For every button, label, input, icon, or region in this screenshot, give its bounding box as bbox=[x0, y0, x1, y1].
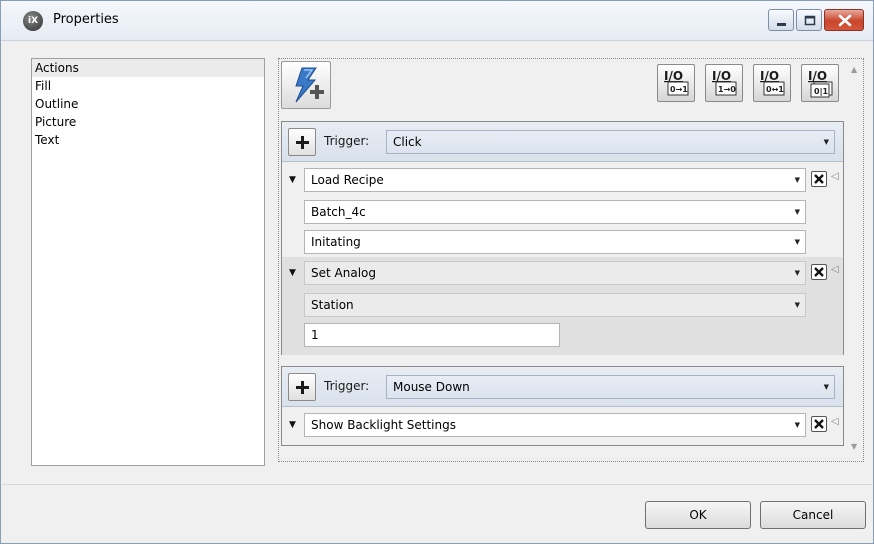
window-title: Properties bbox=[53, 12, 119, 27]
io-one-to-zero-button[interactable]: I/O 1→0 bbox=[705, 64, 743, 102]
cancel-button[interactable]: Cancel bbox=[760, 501, 866, 529]
maximize-icon bbox=[804, 15, 816, 26]
action-select-value: Load Recipe bbox=[311, 173, 384, 187]
lightning-plus-icon bbox=[295, 67, 324, 103]
collapse-arrow-icon[interactable]: ▼ bbox=[289, 420, 296, 430]
svg-text:1→0: 1→0 bbox=[718, 85, 736, 94]
add-action-button[interactable] bbox=[281, 61, 331, 109]
category-item-outline[interactable]: Outline bbox=[32, 95, 264, 113]
drag-handle-icon[interactable]: ◁ bbox=[831, 264, 839, 275]
trigger-select-value: Mouse Down bbox=[393, 380, 470, 394]
tag-select-value: Station bbox=[311, 298, 354, 312]
action-select[interactable]: Show Backlight Settings ▼ bbox=[304, 413, 806, 437]
tag-select[interactable]: Station ▼ bbox=[304, 293, 806, 317]
delete-x-icon bbox=[814, 174, 824, 184]
trigger-header: Trigger: Click ▼ bbox=[282, 122, 843, 162]
minimize-icon bbox=[777, 23, 786, 26]
action-row-load-recipe: ▼ Load Recipe ▼ ◁ Batch_4c ▼ Initating ▼ bbox=[282, 163, 843, 257]
ok-button[interactable]: OK bbox=[645, 501, 751, 529]
delete-x-icon bbox=[814, 267, 824, 277]
chevron-down-icon: ▼ bbox=[823, 383, 829, 391]
io-set-icon: I/O 0|1 bbox=[808, 69, 833, 98]
delete-action-button[interactable] bbox=[811, 416, 827, 432]
action-row-show-backlight: ▼ Show Backlight Settings ▼ ◁ bbox=[282, 408, 843, 445]
category-item-actions[interactable]: Actions bbox=[32, 59, 264, 77]
svg-text:0→1: 0→1 bbox=[670, 85, 688, 94]
svg-text:I/O: I/O bbox=[808, 69, 827, 83]
action-select[interactable]: Set Analog ▼ bbox=[304, 261, 806, 285]
scroll-up-arrow-icon[interactable]: ▲ bbox=[851, 65, 861, 75]
add-action-to-trigger-button[interactable] bbox=[288, 128, 316, 156]
chevron-down-icon: ▼ bbox=[794, 176, 800, 184]
trigger-select[interactable]: Mouse Down ▼ bbox=[386, 375, 835, 399]
properties-dialog: iX Properties Actions Fill Outline Pictu… bbox=[0, 0, 874, 544]
chevron-down-icon: ▼ bbox=[794, 269, 800, 277]
close-button[interactable] bbox=[824, 9, 864, 31]
trigger-header: Trigger: Mouse Down ▼ bbox=[282, 367, 843, 407]
io-zero-to-one-button[interactable]: I/O 0→1 bbox=[657, 64, 695, 102]
drag-handle-icon[interactable]: ◁ bbox=[831, 171, 839, 182]
delete-x-icon bbox=[814, 419, 824, 429]
io-set-button[interactable]: I/O 0|1 bbox=[801, 64, 839, 102]
trigger-group-click: Trigger: Click ▼ ▼ Load Recipe ▼ ◁ Batch… bbox=[281, 121, 844, 355]
trigger-label: Trigger: bbox=[324, 134, 370, 148]
collapse-arrow-icon[interactable]: ▼ bbox=[289, 175, 296, 185]
io-zero-to-one-icon: I/O 0→1 bbox=[664, 69, 689, 96]
trigger-label: Trigger: bbox=[324, 379, 370, 393]
svg-text:I/O: I/O bbox=[664, 69, 683, 83]
svg-text:0|1: 0|1 bbox=[814, 87, 828, 96]
delete-action-button[interactable] bbox=[811, 264, 827, 280]
close-icon bbox=[838, 14, 852, 27]
action-select-value: Show Backlight Settings bbox=[311, 418, 456, 432]
title-bar[interactable]: iX Properties bbox=[1, 1, 873, 41]
trigger-group-mouse-down: Trigger: Mouse Down ▼ ▼ Show Backlight S… bbox=[281, 366, 844, 446]
chevron-down-icon: ▼ bbox=[794, 301, 800, 309]
io-one-to-zero-icon: I/O 1→0 bbox=[712, 69, 737, 96]
scroll-down-arrow-icon[interactable]: ▼ bbox=[851, 442, 861, 452]
category-list: Actions Fill Outline Picture Text bbox=[31, 58, 265, 466]
recipe-select-value: Batch_4c bbox=[311, 205, 366, 219]
category-item-picture[interactable]: Picture bbox=[32, 113, 264, 131]
footer-divider bbox=[2, 484, 872, 485]
maximize-button[interactable] bbox=[796, 9, 822, 31]
category-item-text[interactable]: Text bbox=[32, 131, 264, 149]
svg-text:0↔1: 0↔1 bbox=[766, 85, 784, 94]
io-toggle-button[interactable]: I/O 0↔1 bbox=[753, 64, 791, 102]
ix-app-icon: iX bbox=[23, 11, 43, 31]
recipe-state-select[interactable]: Initating ▼ bbox=[304, 230, 806, 254]
chevron-down-icon: ▼ bbox=[794, 208, 800, 216]
category-item-fill[interactable]: Fill bbox=[32, 77, 264, 95]
action-select[interactable]: Load Recipe ▼ bbox=[304, 168, 806, 192]
chevron-down-icon: ▼ bbox=[794, 421, 800, 429]
trigger-select-value: Click bbox=[393, 135, 422, 149]
recipe-state-select-value: Initating bbox=[311, 235, 361, 249]
analog-value-input[interactable]: 1 bbox=[304, 323, 560, 347]
svg-text:I/O: I/O bbox=[760, 69, 779, 83]
trigger-select[interactable]: Click ▼ bbox=[386, 130, 835, 154]
recipe-select[interactable]: Batch_4c ▼ bbox=[304, 200, 806, 224]
collapse-arrow-icon[interactable]: ▼ bbox=[289, 268, 296, 278]
action-select-value: Set Analog bbox=[311, 266, 376, 280]
action-row-set-analog: ▼ Set Analog ▼ ◁ Station ▼ 1 bbox=[282, 257, 843, 355]
chevron-down-icon: ▼ bbox=[794, 238, 800, 246]
delete-action-button[interactable] bbox=[811, 171, 827, 187]
drag-handle-icon[interactable]: ◁ bbox=[831, 416, 839, 427]
io-toggle-icon: I/O 0↔1 bbox=[760, 69, 785, 96]
add-action-to-trigger-button[interactable] bbox=[288, 373, 316, 401]
chevron-down-icon: ▼ bbox=[823, 138, 829, 146]
svg-text:I/O: I/O bbox=[712, 69, 731, 83]
minimize-button[interactable] bbox=[768, 9, 794, 31]
